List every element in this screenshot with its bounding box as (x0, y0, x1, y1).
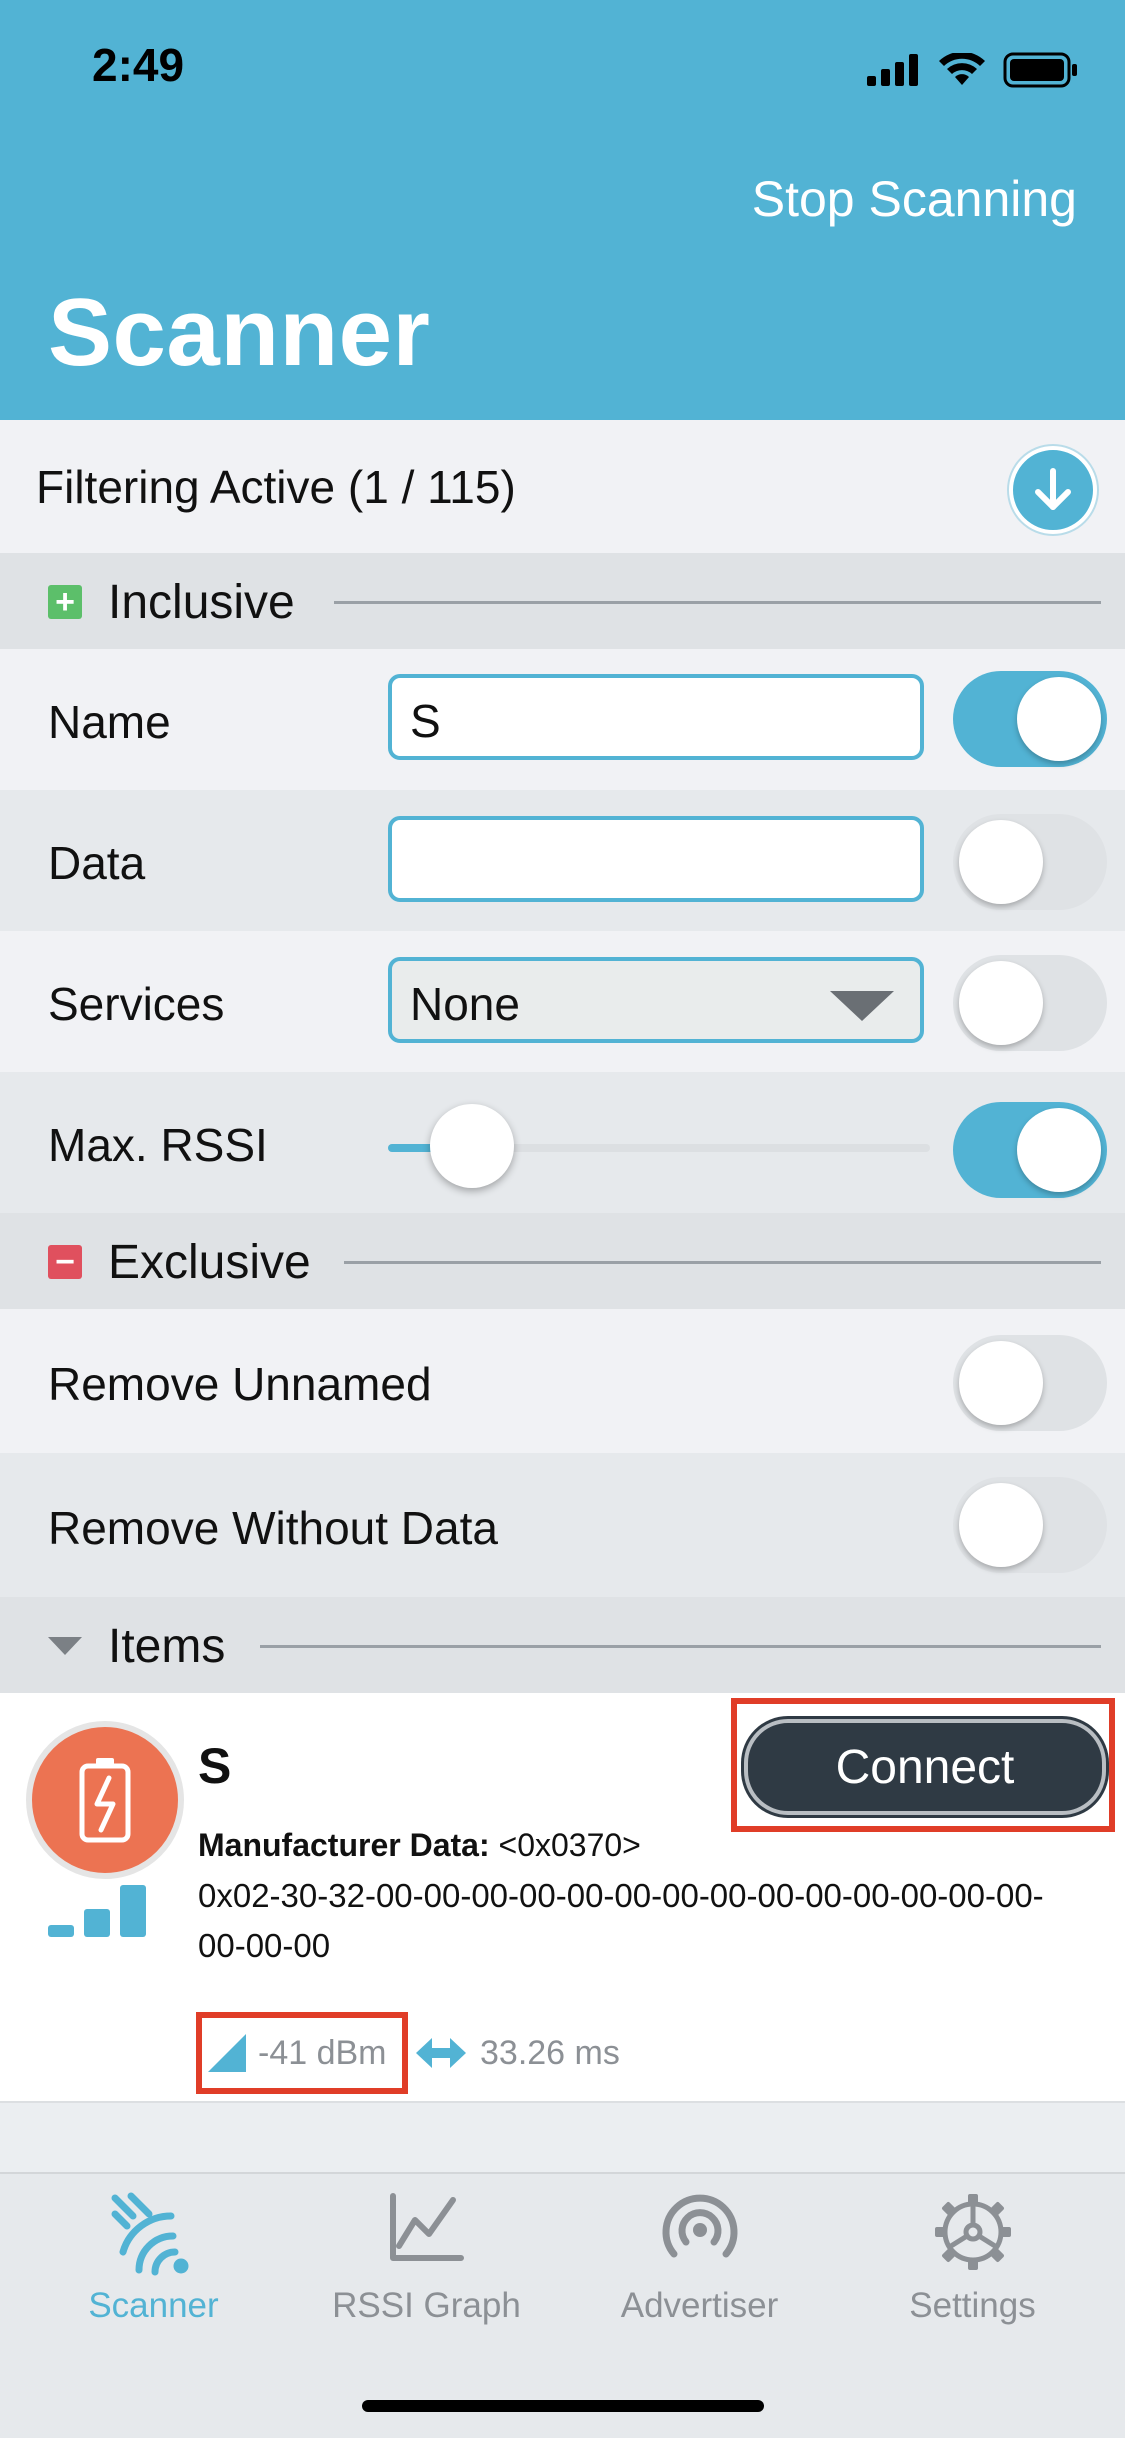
broadcast-icon (662, 2194, 737, 2258)
manufacturer-data-bytes: 0x02-30-32-00-00-00-00-00-00-00-00-00-00… (198, 1877, 1044, 1964)
filter-status-label: Filtering Active (1 / 115) (36, 461, 516, 513)
collapse-filters-button[interactable] (1009, 446, 1097, 534)
max-rssi-filter-row: Max. RSSI (0, 1072, 1125, 1213)
items-section-header[interactable]: Items (0, 1597, 1125, 1693)
filter-status-bar: Filtering Active (1 / 115) (0, 420, 1125, 553)
inclusive-section-title: Inclusive (108, 576, 295, 629)
tab-rssi-graph[interactable]: RSSI Graph (286, 2174, 567, 2354)
services-filter-toggle[interactable] (953, 955, 1107, 1051)
arrow-down-icon (1035, 468, 1071, 510)
home-indicator[interactable] (362, 2400, 764, 2412)
battery-charging-icon (79, 1758, 131, 1843)
inclusive-section-header: + Inclusive (0, 553, 1125, 649)
graph-icon (389, 2193, 464, 2261)
stop-scanning-button[interactable]: Stop Scanning (752, 170, 1077, 228)
data-filter-input[interactable] (388, 816, 924, 902)
name-filter-row: Name S (0, 649, 1125, 790)
battery-icon (1003, 52, 1077, 88)
max-rssi-label: Max. RSSI (48, 1119, 268, 1171)
services-filter-label: Services (48, 978, 225, 1030)
remove-without-data-row: Remove Without Data (0, 1453, 1125, 1597)
services-filter-row: Services None (0, 931, 1125, 1072)
status-icons (867, 50, 1079, 90)
disclosure-triangle-icon (48, 1637, 82, 1655)
page-title: Scanner (48, 279, 431, 386)
tab-advertiser[interactable]: Advertiser (559, 2174, 840, 2354)
manufacturer-data-line: Manufacturer Data: <0x0370> (198, 1827, 641, 1864)
remove-unnamed-label: Remove Unnamed (48, 1358, 432, 1410)
tab-advertiser-label: Advertiser (620, 2286, 779, 2325)
tab-settings[interactable]: Settings (832, 2174, 1113, 2354)
scanner-icon (111, 2192, 188, 2276)
wifi-icon (939, 53, 985, 85)
device-avatar (26, 1721, 184, 1879)
manufacturer-id: <0x0370> (498, 1827, 641, 1863)
exclusive-section-header: − Exclusive (0, 1213, 1125, 1309)
exclusive-section-title: Exclusive (108, 1236, 311, 1289)
minus-icon: − (48, 1245, 82, 1279)
data-filter-row: Data (0, 790, 1125, 931)
slider-thumb[interactable] (430, 1104, 515, 1188)
status-time: 2:49 (92, 39, 185, 91)
tab-settings-label: Settings (909, 2286, 1036, 2325)
tab-rssi-graph-label: RSSI Graph (332, 2286, 521, 2325)
interval-arrows-icon (416, 2038, 466, 2068)
max-rssi-toggle[interactable] (953, 1102, 1107, 1198)
dropdown-caret-icon (830, 991, 894, 1021)
remove-without-data-toggle[interactable] (953, 1477, 1107, 1573)
rssi-highlight-box (196, 2012, 408, 2094)
data-filter-toggle[interactable] (953, 814, 1107, 910)
remove-unnamed-toggle[interactable] (953, 1335, 1107, 1431)
remove-unnamed-row: Remove Unnamed (0, 1309, 1125, 1453)
cellular-signal-icon (867, 54, 918, 86)
connect-highlight-box (731, 1698, 1115, 1832)
name-filter-toggle[interactable] (953, 671, 1107, 767)
plus-icon: + (48, 585, 82, 619)
device-name: S (198, 1738, 232, 1794)
navigation-header: 2:49 Stop Scanning Scanner (0, 0, 1125, 420)
name-filter-input[interactable]: S (388, 674, 924, 760)
data-filter-label: Data (48, 837, 146, 889)
manufacturer-data-label: Manufacturer Data: (198, 1827, 490, 1863)
section-divider (344, 1261, 1101, 1264)
services-filter-select[interactable]: None (388, 957, 924, 1043)
name-filter-label: Name (48, 696, 171, 748)
services-selected-value: None (410, 978, 520, 1030)
tab-bar: Scanner RSSI Graph Advertiser Settings (0, 2172, 1125, 2438)
tab-scanner[interactable]: Scanner (13, 2174, 294, 2354)
items-section-title: Items (108, 1620, 226, 1673)
gear-icon (934, 2194, 1011, 2270)
remove-without-data-label: Remove Without Data (48, 1502, 498, 1554)
section-divider (260, 1645, 1101, 1648)
signal-strength-icon (48, 1885, 146, 1937)
section-divider (334, 601, 1101, 604)
advertising-interval-value: 33.26 ms (480, 2034, 620, 2072)
tab-scanner-label: Scanner (88, 2286, 219, 2325)
